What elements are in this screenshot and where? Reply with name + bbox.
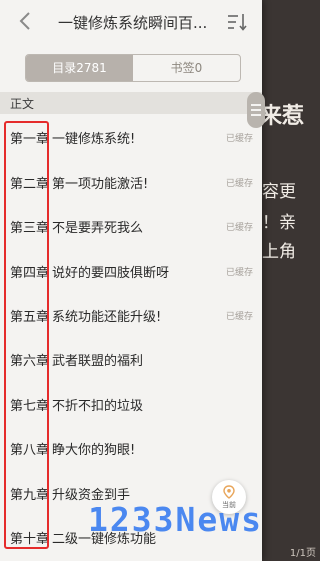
tab-bar: 目录2781 书签0	[25, 54, 241, 82]
reader-text-fragment: 上角	[262, 242, 296, 262]
chapter-title: 第一项功能激活!	[52, 177, 149, 192]
chapter-title: 武者联盟的福利	[52, 354, 144, 369]
tab-contents[interactable]: 目录2781	[26, 55, 133, 81]
drawer-header: 一键修炼系统瞬间百...	[0, 0, 262, 44]
cache-status: 已缓存	[226, 179, 254, 189]
section-header: 正文	[0, 92, 262, 114]
tab-bookmarks[interactable]: 书签0	[133, 55, 240, 81]
grip-line	[251, 114, 261, 116]
cache-status: 已缓存	[226, 312, 254, 322]
watermark: 1233News	[88, 500, 263, 539]
book-title: 一键修炼系统瞬间百...	[58, 14, 208, 32]
chapter-title: 系统功能还能升级!	[52, 310, 162, 325]
reader-text-fragment: 来惹	[262, 104, 305, 129]
sort-icon[interactable]	[226, 12, 248, 32]
reader-background: 来惹 容更 ！亲 上角 1/1页	[262, 0, 320, 561]
chapter-title: 一键修炼系统!	[52, 132, 136, 147]
grip-line	[251, 109, 261, 111]
chevron-left-icon[interactable]	[18, 10, 40, 34]
location-pin-icon	[223, 485, 235, 499]
reader-text-fragment: ！亲	[262, 213, 296, 233]
reader-text-fragment: 容更	[262, 182, 296, 202]
grip-line	[251, 104, 261, 106]
cache-status: 已缓存	[226, 223, 254, 233]
cache-status: 已缓存	[226, 134, 254, 144]
cache-status: 已缓存	[226, 268, 254, 278]
chapter-title: 说好的要四肢俱断呀	[52, 266, 170, 281]
chapter-number-highlight-box	[4, 121, 49, 549]
section-label: 正文	[10, 97, 35, 111]
chapter-title: 不是要弄死我么	[52, 221, 144, 236]
scrollbar-handle[interactable]	[247, 92, 265, 128]
table-of-contents-drawer: 一键修炼系统瞬间百... 目录2781 书签0 正文 第一章 一键修炼系统! 已…	[0, 0, 262, 561]
chapter-title: 不折不扣的垃圾	[52, 399, 144, 414]
page-indicator: 1/1页	[289, 548, 316, 559]
chapter-title: 睁大你的狗眼!	[52, 443, 136, 458]
